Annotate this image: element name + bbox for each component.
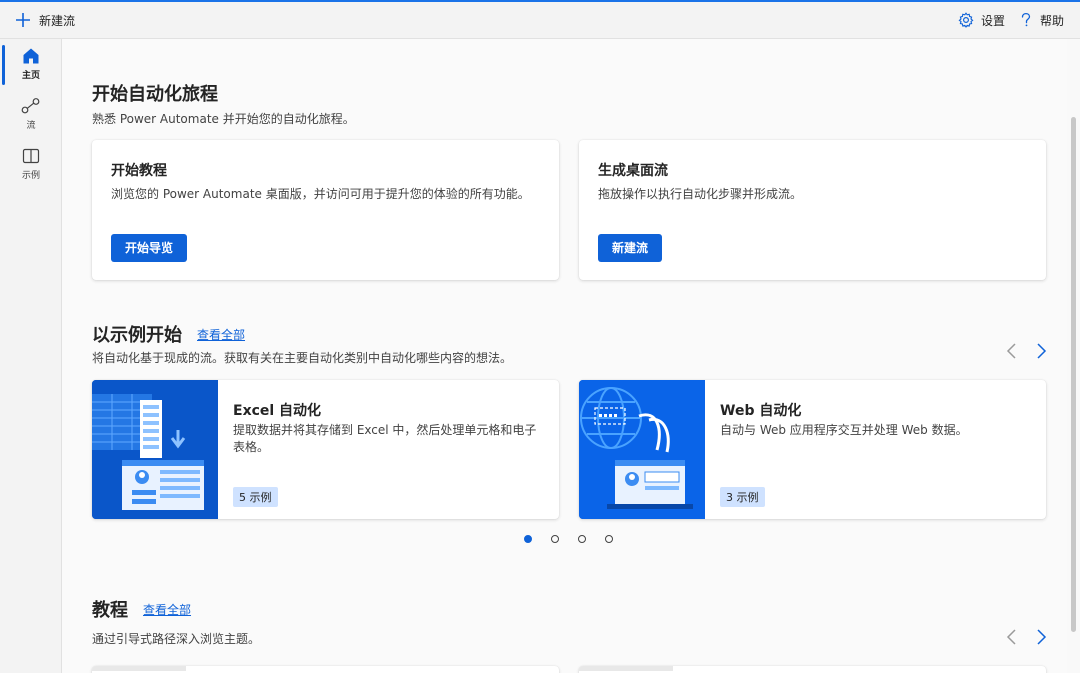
examples-count-badge: 5 示例 xyxy=(233,487,278,507)
build-desktop-flow-card: 生成桌面流 拖放操作以执行自动化步骤并形成流。 新建流 xyxy=(579,140,1046,280)
examples-icon xyxy=(22,148,40,164)
plus-icon xyxy=(16,13,30,27)
top-command-bar: 新建流 设置 帮助 xyxy=(0,2,1080,39)
card-description: 拖放操作以执行自动化步骤并形成流。 xyxy=(598,187,803,201)
tutorials-subtitle: 通过引导式路径深入浏览主题。 xyxy=(92,632,261,646)
nav-label-home: 主页 xyxy=(21,71,40,81)
tutorials-see-all-link[interactable]: 查看全部 xyxy=(143,601,191,618)
settings-label: 设置 xyxy=(980,13,1005,28)
card-title: 开始教程 xyxy=(111,163,167,179)
pager-dot-1[interactable] xyxy=(524,535,532,543)
nav-item-home[interactable]: 主页 xyxy=(0,39,62,89)
excel-automation-card[interactable]: Excel 自动化 提取数据并将其存储到 Excel 中，然后处理单元格和电子表… xyxy=(92,380,559,519)
start-tour-button[interactable]: 开始导览 xyxy=(111,234,188,262)
chevron-right-icon[interactable] xyxy=(1031,341,1051,361)
card-description: 浏览您的 Power Automate 桌面版，并访问可用于提升您的体验的所有功… xyxy=(111,187,530,201)
gear-icon xyxy=(958,12,974,28)
carousel-pager xyxy=(524,535,632,543)
chevron-right-icon[interactable] xyxy=(1031,627,1051,647)
examples-section-title: 以示例开始 xyxy=(92,325,182,346)
start-tutorial-card: 开始教程 浏览您的 Power Automate 桌面版，并访问可用于提升您的体… xyxy=(92,140,559,280)
card-title: Excel 自动化 xyxy=(233,403,322,419)
pager-dot-4[interactable] xyxy=(605,535,613,543)
nav-label-flows: 流 xyxy=(26,121,36,131)
tutorial-card[interactable] xyxy=(579,666,1046,673)
pager-dot-2[interactable] xyxy=(551,535,559,543)
web-automation-card[interactable]: Web 自动化 自动与 Web 应用程序交互并处理 Web 数据。 3 示例 xyxy=(579,380,1046,519)
card-description: 提取数据并将其存储到 Excel 中，然后处理单元格和电子表格。 xyxy=(233,423,537,454)
examples-see-all-link[interactable]: 查看全部 xyxy=(197,326,245,343)
examples-subtitle: 将自动化基于现成的流。获取有关在主要自动化类别中自动化哪些内容的想法。 xyxy=(92,351,513,365)
flow-icon xyxy=(21,98,40,114)
pager-dot-3[interactable] xyxy=(578,535,586,543)
excel-illustration xyxy=(92,380,218,519)
card-title: 生成桌面流 xyxy=(598,163,668,179)
hero-subtitle: 熟悉 Power Automate 并开始您的自动化旅程。 xyxy=(92,112,355,126)
new-flow-label: 新建流 xyxy=(39,13,76,28)
main-content: 开始自动化旅程 熟悉 Power Automate 并开始您的自动化旅程。 开始… xyxy=(62,39,1067,673)
card-description: 自动与 Web 应用程序交互并处理 Web 数据。 xyxy=(720,423,968,437)
card-title: Web 自动化 xyxy=(720,403,802,419)
question-mark-icon xyxy=(1021,12,1031,27)
home-icon xyxy=(23,48,39,64)
vertical-scrollbar[interactable] xyxy=(1067,39,1080,673)
chevron-left-icon[interactable] xyxy=(1002,341,1022,361)
new-flow-card-button[interactable]: 新建流 xyxy=(598,234,663,262)
settings-button[interactable]: 设置 xyxy=(958,12,1005,29)
help-button[interactable]: 帮助 xyxy=(1019,12,1064,29)
chevron-left-icon[interactable] xyxy=(1002,627,1022,647)
scrollbar-thumb[interactable] xyxy=(1071,117,1076,632)
nav-item-examples[interactable]: 示例 xyxy=(0,139,62,189)
nav-item-flows[interactable]: 流 xyxy=(0,89,62,139)
help-label: 帮助 xyxy=(1039,13,1064,28)
web-illustration xyxy=(579,380,705,519)
tutorial-card[interactable] xyxy=(92,666,559,673)
new-flow-button[interactable]: 新建流 xyxy=(14,11,75,29)
examples-count-badge: 3 示例 xyxy=(720,487,765,507)
tutorials-section-title: 教程 xyxy=(92,600,128,621)
hero-title: 开始自动化旅程 xyxy=(92,84,218,105)
nav-label-examples: 示例 xyxy=(21,171,40,181)
left-navigation: 主页 流 示例 xyxy=(0,39,62,673)
